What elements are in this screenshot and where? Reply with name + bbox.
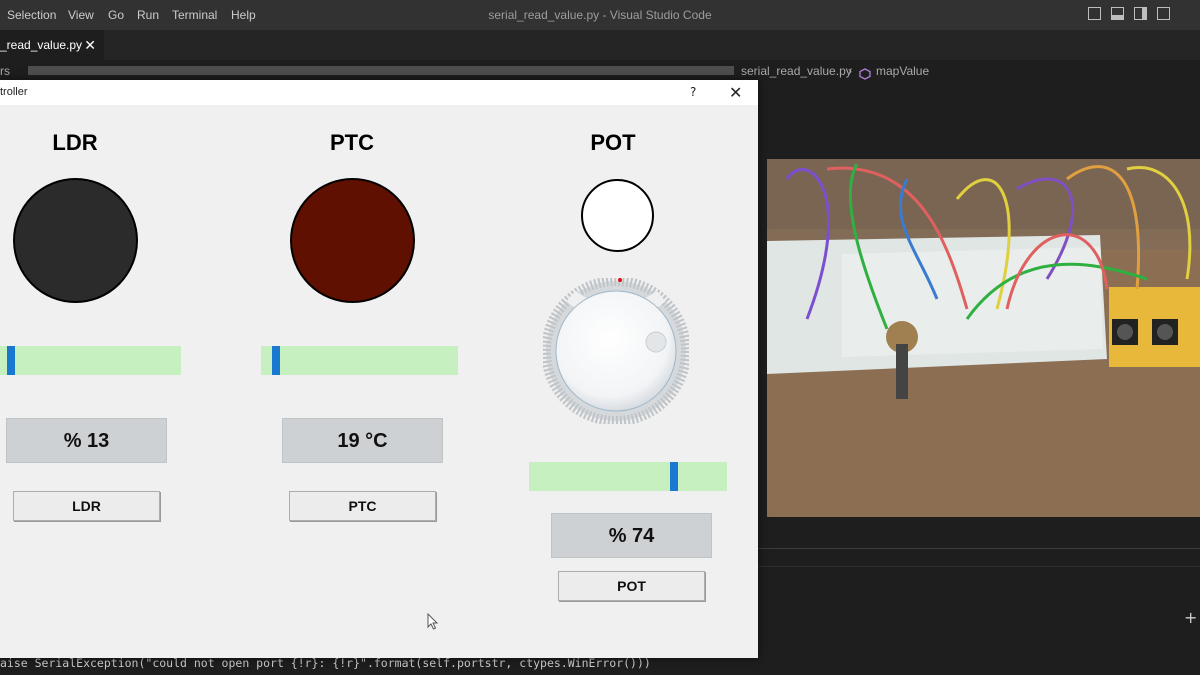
editor-tabbar: _read_value.py ✕ <box>0 30 1200 60</box>
close-icon[interactable]: ✕ <box>84 30 96 60</box>
breadcrumb-separator: › <box>848 64 852 78</box>
new-terminal-icon[interactable]: + <box>1184 608 1197 627</box>
ldr-value: % 13 <box>6 418 167 463</box>
pot-title: POT <box>590 130 636 155</box>
customize-layout-icon[interactable] <box>1157 7 1170 20</box>
ptc-indicator <box>290 178 415 303</box>
menu-view[interactable]: View <box>68 0 94 30</box>
ptc-value: 19 °C <box>282 418 443 463</box>
editor-tab[interactable]: _read_value.py ✕ <box>0 30 104 60</box>
app-titlebar: troller ? ✕ <box>0 80 758 105</box>
symbol-method-icon <box>859 65 871 87</box>
breadcrumb: rs serial_read_value.py › mapValue <box>0 60 1200 82</box>
mouse-cursor-icon <box>427 613 439 630</box>
menu-help[interactable]: Help <box>231 0 256 30</box>
terminal-line: aise SerialException("could not open por… <box>0 656 651 670</box>
ptc-title: PTC <box>330 130 374 155</box>
pot-value: % 74 <box>551 513 712 558</box>
toggle-panel-icon[interactable] <box>1111 7 1124 20</box>
ldr-title: LDR <box>52 130 98 155</box>
pot-button[interactable]: POT <box>558 571 705 601</box>
app-title: troller <box>0 86 28 98</box>
ptc-level-bar <box>261 346 458 375</box>
toggle-secondary-sidebar-icon[interactable] <box>1134 7 1147 20</box>
breadboard-image <box>767 159 1200 517</box>
menu-run[interactable]: Run <box>137 0 159 30</box>
pot-level-bar <box>529 462 727 491</box>
ldr-indicator <box>13 178 138 303</box>
menu-selection[interactable]: Selection <box>7 0 56 30</box>
ldr-level-bar <box>0 346 181 375</box>
toggle-sidebar-icon[interactable] <box>1088 7 1101 20</box>
panel-divider <box>758 548 1200 549</box>
potentiometer-dial[interactable] <box>543 278 689 424</box>
menu-terminal[interactable]: Terminal <box>172 0 217 30</box>
ptc-button[interactable]: PTC <box>289 491 436 521</box>
menu-go[interactable]: Go <box>108 0 124 30</box>
layout-controls <box>1088 7 1170 20</box>
horizontal-scrollbar[interactable] <box>28 66 734 75</box>
camera-feed <box>767 159 1200 517</box>
breadcrumb-prefix[interactable]: rs <box>0 60 10 82</box>
tab-label: _read_value.py <box>0 38 83 52</box>
ptc-level-handle <box>272 346 280 375</box>
pot-level-handle <box>670 462 678 491</box>
vscode-titlebar: Selection View Go Run Terminal Help seri… <box>0 0 1200 30</box>
pot-indicator <box>581 179 654 252</box>
ldr-button[interactable]: LDR <box>13 491 160 521</box>
breadcrumb-file[interactable]: serial_read_value.py <box>741 60 852 82</box>
breadcrumb-symbol[interactable]: mapValue <box>876 60 929 82</box>
ldr-level-handle <box>7 346 15 375</box>
close-icon[interactable]: ✕ <box>729 80 742 105</box>
help-icon[interactable]: ? <box>690 80 696 105</box>
panel-divider <box>758 566 1200 567</box>
